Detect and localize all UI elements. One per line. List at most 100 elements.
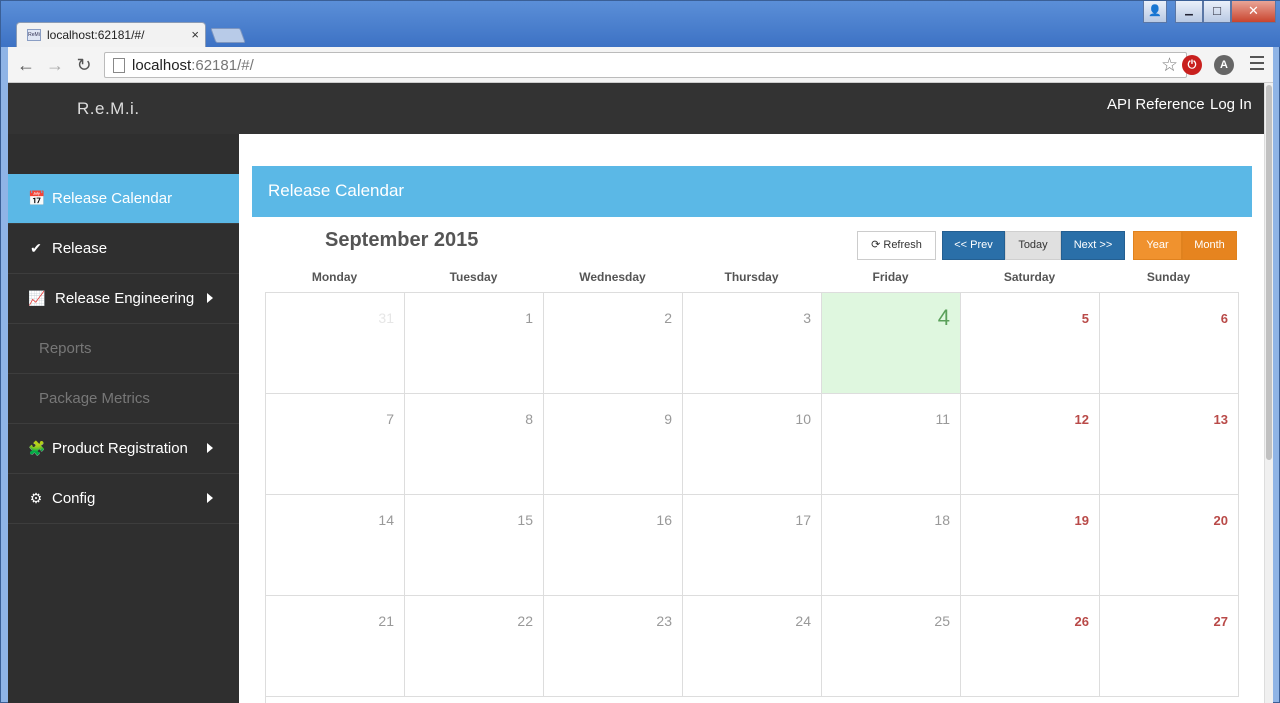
day-cell[interactable]: 3 — [683, 293, 822, 394]
tab-close-icon[interactable]: × — [191, 27, 199, 42]
day-number: 7 — [386, 411, 394, 427]
tab-strip: ReMi localhost:62181/#/ × 👤 ▁ □ ✕ — [1, 1, 1280, 47]
day-cell[interactable]: 15 — [405, 495, 544, 596]
close-icon: ✕ — [1248, 3, 1259, 18]
brand-logo[interactable]: R.e.M.i. — [77, 99, 140, 119]
page-icon — [113, 58, 125, 73]
day-cell[interactable]: 19 — [961, 495, 1100, 596]
day-cell[interactable]: 18 — [822, 495, 961, 596]
day-cell[interactable]: 10 — [683, 394, 822, 495]
browser-tab[interactable]: ReMi localhost:62181/#/ × — [16, 22, 206, 47]
day-number: 11 — [935, 411, 950, 427]
page-scrollbar[interactable] — [1264, 83, 1273, 703]
day-number: 24 — [795, 613, 811, 629]
caret-right-icon — [207, 293, 213, 303]
browser-toolbar: ← → ↻ localhost:62181/#/ ☆ ⏻ A — [8, 47, 1273, 83]
day-cell[interactable]: 31 — [266, 293, 405, 394]
back-button[interactable]: ← — [15, 54, 37, 76]
maximize-icon: □ — [1213, 3, 1221, 18]
day-number: 3 — [803, 310, 811, 326]
bookmark-star-icon[interactable]: ☆ — [1161, 54, 1178, 77]
day-cell[interactable]: 11 — [822, 394, 961, 495]
weekday-label: Wednesday — [579, 270, 646, 284]
new-tab-button[interactable] — [210, 28, 246, 43]
day-cell[interactable]: 13 — [1100, 394, 1239, 495]
sidebar-item-label: Release Calendar — [52, 190, 173, 207]
angular-extension-icon[interactable]: A — [1214, 55, 1234, 75]
url-host: localhost — [132, 57, 192, 74]
day-number: 8 — [525, 411, 533, 427]
extension-power-icon[interactable]: ⏻ — [1182, 55, 1202, 75]
day-number: 12 — [1074, 412, 1089, 427]
maximize-button[interactable]: □ — [1203, 1, 1231, 23]
gear-icon: ⚙ — [29, 490, 43, 506]
sidebar-item-package-metrics[interactable]: Package Metrics — [8, 374, 239, 424]
day-number: 6 — [1220, 311, 1228, 326]
day-number: 1 — [525, 310, 533, 326]
day-number: 27 — [1213, 614, 1228, 629]
day-cell[interactable]: 2 — [544, 293, 683, 394]
day-number: 2 — [664, 310, 672, 326]
close-window-button[interactable]: ✕ — [1231, 1, 1276, 23]
address-bar[interactable]: localhost:62181/#/ ☆ — [104, 52, 1187, 78]
login-link[interactable]: Log In — [1210, 96, 1252, 113]
day-cell[interactable]: 1 — [405, 293, 544, 394]
reload-button[interactable]: ↻ — [73, 54, 95, 76]
day-cell[interactable]: 25 — [822, 596, 961, 697]
day-cell[interactable]: 26 — [961, 596, 1100, 697]
sidebar-item-reports[interactable]: Reports — [8, 324, 239, 374]
month-view-button[interactable]: Month — [1182, 231, 1237, 260]
day-number: 5 — [1081, 311, 1089, 326]
day-cell[interactable]: 7 — [266, 394, 405, 495]
user-profile-button[interactable]: 👤 — [1143, 1, 1167, 23]
day-number: 9 — [664, 411, 672, 427]
day-cell[interactable]: 21 — [266, 596, 405, 697]
day-cell[interactable]: 23 — [544, 596, 683, 697]
page-viewport: R.e.M.i. API Reference Log In 📅 Release … — [8, 83, 1273, 703]
day-cell[interactable]: 17 — [683, 495, 822, 596]
sidebar-item-product-registration[interactable]: 🧩 Product Registration — [8, 424, 239, 474]
day-number: 4 — [937, 305, 950, 330]
sidebar-item-release-engineering[interactable]: 📈 Release Engineering — [8, 274, 239, 324]
browser-menu-icon[interactable] — [1250, 56, 1264, 74]
sidebar-item-label: Product Registration — [52, 440, 188, 457]
day-cell[interactable]: 24 — [683, 596, 822, 697]
sidebar: 📅 Release Calendar ✔ Release 📈 Release E… — [8, 134, 239, 703]
next-button[interactable]: Next >> — [1061, 231, 1125, 260]
day-number: 17 — [795, 512, 811, 528]
weekday-label: Friday — [872, 270, 909, 284]
sidebar-item-release-calendar[interactable]: 📅 Release Calendar — [8, 174, 239, 224]
sidebar-item-config[interactable]: ⚙ Config — [8, 474, 239, 524]
day-number: 22 — [517, 613, 533, 629]
day-cell[interactable]: 16 — [544, 495, 683, 596]
minimize-button[interactable]: ▁ — [1175, 1, 1203, 23]
day-cell[interactable]: 4 — [822, 293, 961, 394]
day-cell[interactable]: 9 — [544, 394, 683, 495]
today-button[interactable]: Today — [1005, 231, 1061, 260]
puzzle-icon: 🧩 — [28, 440, 46, 456]
minimize-icon: ▁ — [1185, 5, 1193, 16]
day-number: 20 — [1213, 513, 1228, 528]
day-cell[interactable]: 5 — [961, 293, 1100, 394]
day-cell[interactable]: 27 — [1100, 596, 1239, 697]
url-path: :62181/#/ — [191, 57, 254, 74]
day-cell[interactable]: 6 — [1100, 293, 1239, 394]
month-title: September 2015 — [325, 229, 479, 251]
calendar-icon: 📅 — [28, 190, 46, 206]
api-reference-link[interactable]: API Reference — [1107, 96, 1205, 113]
day-cell[interactable]: 12 — [961, 394, 1100, 495]
sidebar-item-release[interactable]: ✔ Release — [8, 224, 239, 274]
scrollbar-thumb[interactable] — [1266, 85, 1272, 460]
forward-button[interactable]: → — [44, 54, 66, 76]
sidebar-item-label: Release — [52, 240, 108, 257]
day-number: 31 — [378, 310, 394, 326]
day-cell[interactable]: 14 — [266, 495, 405, 596]
day-number: 23 — [656, 613, 672, 629]
day-cell[interactable]: 20 — [1100, 495, 1239, 596]
day-cell[interactable]: 8 — [405, 394, 544, 495]
favicon-icon: ReMi — [27, 29, 41, 41]
year-view-button[interactable]: Year — [1133, 231, 1182, 260]
day-cell[interactable]: 22 — [405, 596, 544, 697]
prev-button[interactable]: << Prev — [942, 231, 1005, 260]
refresh-button[interactable]: ⟳ Refresh — [857, 231, 936, 260]
